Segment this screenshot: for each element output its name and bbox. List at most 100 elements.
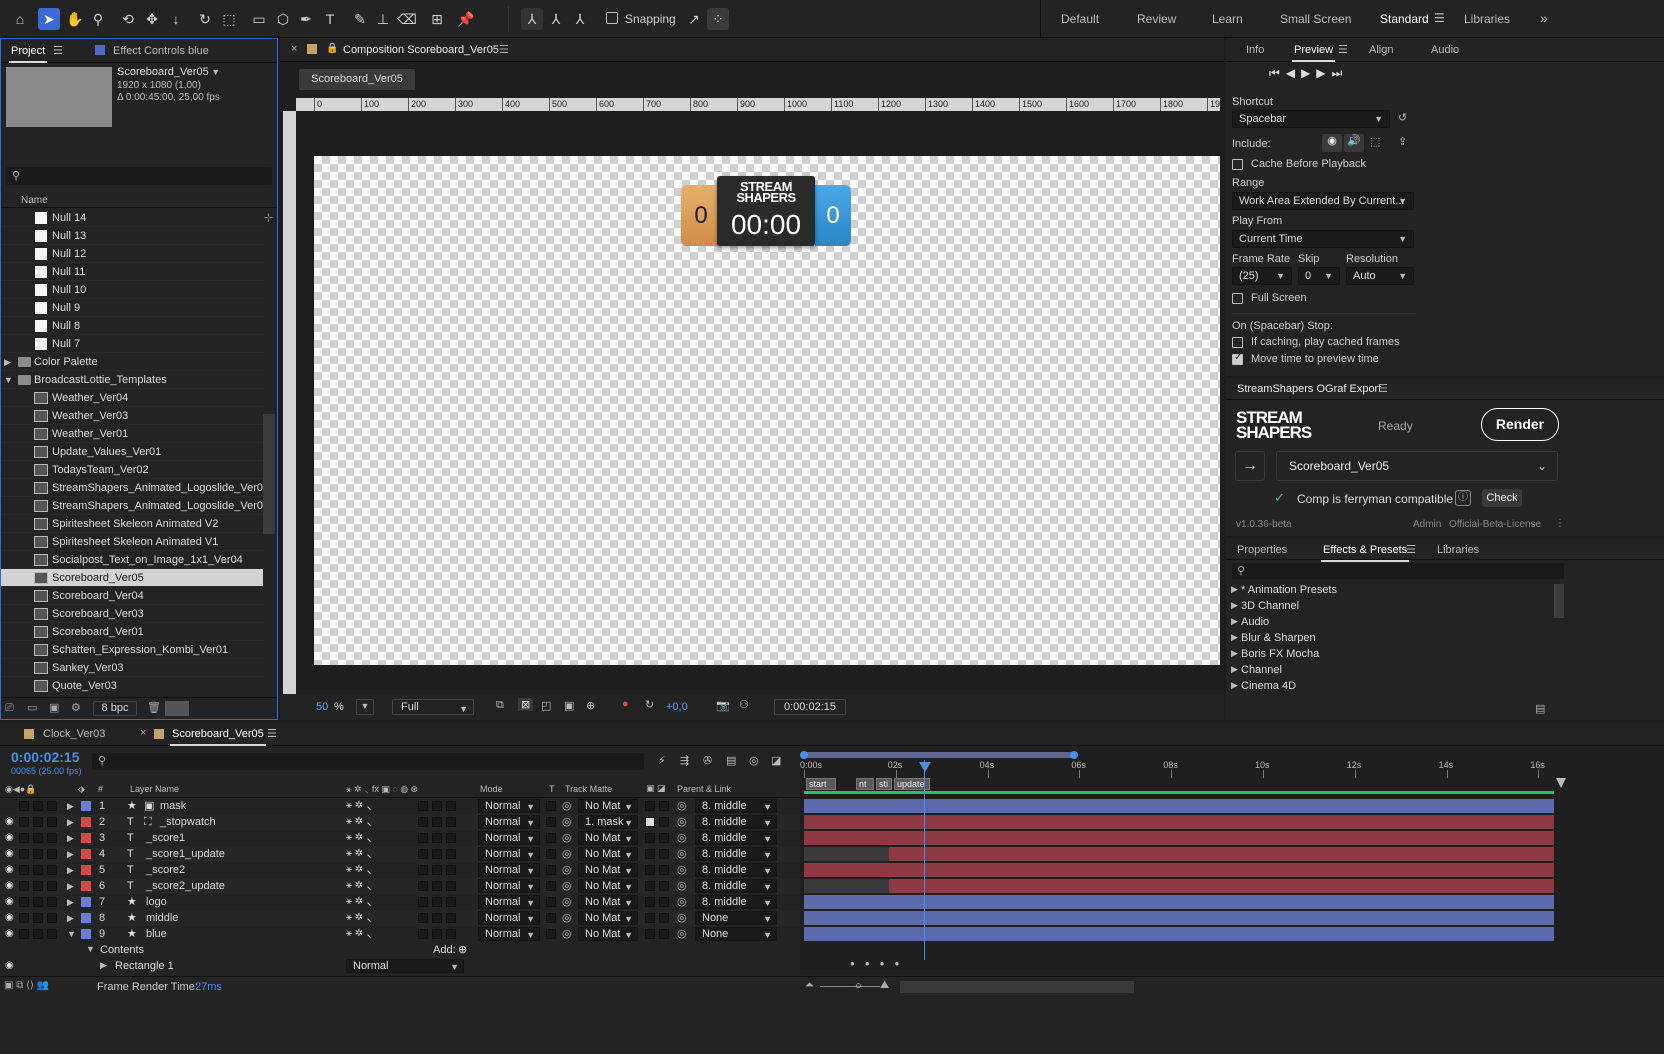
expand-icon[interactable]: ▶ — [67, 910, 74, 926]
tab-align[interactable]: Align — [1369, 44, 1393, 56]
track-matte-dropdown[interactable]: No Mat ▼ — [578, 847, 638, 861]
first-frame-icon[interactable]: ⏮ — [1269, 66, 1286, 80]
pen-tool-icon[interactable]: ✒ — [295, 8, 317, 30]
layer-switches-icon[interactable]: ⚹ ✲ ⸜ — [346, 878, 372, 894]
full-screen-checkbox[interactable] — [1232, 293, 1243, 304]
matte-invert-toggle[interactable] — [659, 817, 669, 827]
effects-scrollbar[interactable] — [1554, 584, 1564, 618]
layer-name[interactable]: _score2 — [146, 862, 185, 878]
lock-toggle[interactable] — [47, 849, 57, 859]
project-item[interactable]: Schatten_Expression_Kombi_Ver01 — [1, 641, 263, 659]
snapping-checkbox[interactable] — [606, 12, 618, 24]
project-item[interactable]: StreamShapers_Animated_Logoslide_Ver02 — [1, 479, 263, 497]
matte-alpha-toggle[interactable] — [645, 817, 655, 827]
comp-canvas[interactable]: 0 0 STREAM SHAPERS 00:00 — [314, 156, 1220, 665]
snap-points-icon[interactable]: ⁘ — [707, 8, 729, 30]
rectangle-mode-dropdown[interactable]: Normal ▼ — [346, 959, 464, 973]
home-icon[interactable]: ⌂ — [9, 8, 31, 30]
rectangle-expand-icon[interactable]: ▶ — [100, 960, 107, 971]
layer-bar[interactable] — [804, 927, 1554, 941]
flowchart-icon[interactable]: ⊹ — [264, 211, 273, 224]
parent-pickwhip-icon[interactable]: ◎ — [677, 926, 687, 942]
project-item[interactable]: Scoreboard_Ver01 — [1, 623, 263, 641]
layer-switches-icon[interactable]: ⚹ ✲ ⸜ — [346, 846, 372, 862]
time-ruler[interactable]: 0:00s 02s 04s 06s 08s 10s 12s 14s 16s — [800, 760, 1560, 778]
frame-blending-icon[interactable]: ▤ — [726, 754, 736, 767]
zoom-value[interactable]: 50 — [316, 701, 328, 713]
matte-invert-toggle[interactable] — [659, 865, 669, 875]
type-tool-icon[interactable]: T — [319, 8, 341, 30]
rectangle-tool-icon[interactable]: ▭ — [248, 8, 270, 30]
render-button[interactable]: Render — [1481, 408, 1559, 441]
matte-invert-toggle[interactable] — [659, 881, 669, 891]
layer-switches-icon[interactable]: ⚹ ✲ ⸜ — [346, 830, 372, 846]
fx-toggle[interactable] — [418, 817, 428, 827]
snapshot-icon[interactable]: 📷 — [716, 699, 730, 712]
exposure-value[interactable]: +0,0 — [666, 701, 688, 713]
expand-icon[interactable]: ▶ — [67, 798, 74, 814]
visibility-icon[interactable]: ◉ — [5, 926, 14, 942]
timeline-search-input[interactable]: ⚲ — [92, 753, 644, 770]
rectangle-visibility-icon[interactable]: ◉ — [5, 960, 14, 971]
label-swatch[interactable] — [81, 817, 91, 827]
project-item[interactable]: Spiritesheet Skeleon Animated V2 — [1, 515, 263, 533]
adjustment-toggle[interactable] — [432, 865, 442, 875]
orbit-camera-icon[interactable]: ⟲ — [117, 8, 139, 30]
timeline-timecode[interactable]: 0:00:02:15 — [11, 749, 80, 765]
layer-name[interactable]: blue — [146, 926, 167, 942]
matte-alpha-toggle[interactable] — [645, 833, 655, 843]
workspace-libraries[interactable]: Libraries — [1464, 12, 1510, 26]
layer-row[interactable]: ◉ ▶ 5 T _score2 ⚹ ✲ ⸜ Normal ▼ ◎ No Mat ▼ ◎ 8. middl… — [0, 862, 800, 878]
expand-icon[interactable]: ▼ — [67, 926, 76, 942]
parent-pickwhip-icon[interactable]: ◎ — [677, 798, 687, 814]
parent-dropdown[interactable]: 8. middle ▼ — [695, 879, 777, 893]
guides-icon[interactable]: ▣ — [564, 699, 574, 712]
layer-bar[interactable] — [804, 911, 1554, 925]
matte-alpha-toggle[interactable] — [645, 897, 655, 907]
project-item[interactable]: ▼ BroadcastLottie_Templates — [1, 371, 263, 389]
adjustment-toggle[interactable] — [432, 817, 442, 827]
adjustment-toggle[interactable] — [432, 849, 442, 859]
work-area-end-handle[interactable] — [1070, 751, 1078, 759]
matte-invert-toggle[interactable] — [659, 849, 669, 859]
track-matte-dropdown[interactable]: No Mat ▼ — [578, 799, 638, 813]
fx-toggle[interactable] — [418, 897, 428, 907]
dolly-camera-icon[interactable]: ↓ — [165, 8, 187, 30]
axis-world-icon[interactable]: ⅄ — [545, 8, 567, 30]
comp-sub-tab[interactable]: Scoreboard_Ver05 — [299, 69, 415, 90]
check-button[interactable]: Check — [1482, 489, 1522, 507]
parent-dropdown[interactable]: 8. middle ▼ — [695, 895, 777, 909]
audio-toggle[interactable] — [19, 849, 29, 859]
layer-switches-icon[interactable]: ⚹ ✲ ⸜ — [346, 862, 372, 878]
3d-toggle[interactable] — [446, 897, 456, 907]
timeline-tab[interactable]: Clock_Ver03 — [43, 728, 105, 740]
draft-3d-icon[interactable]: ⚡ — [658, 754, 666, 767]
adjustment-toggle[interactable] — [432, 929, 442, 939]
shy-layers-icon[interactable]: ✇ — [703, 754, 712, 767]
workspace-learn[interactable]: Learn — [1212, 12, 1243, 26]
hamburger-icon[interactable]: ☰ — [1378, 382, 1388, 395]
layer-mode-dropdown[interactable]: Normal ▼ — [478, 895, 540, 909]
label-swatch[interactable] — [81, 801, 91, 811]
col-track-matte[interactable]: Track Matte — [565, 784, 612, 794]
preserve-transparency-toggle[interactable] — [546, 801, 556, 811]
horizontal-ruler[interactable]: 0 100 200 300 400 500 600 700 800 900 1000 1100 1200… — [296, 98, 1220, 111]
preserve-transparency-toggle[interactable] — [546, 865, 556, 875]
3d-toggle[interactable] — [446, 865, 456, 875]
layer-switches-icon[interactable]: ⚹ ✲ ⸜ — [346, 910, 372, 926]
hamburger-icon[interactable]: ☰ — [267, 727, 277, 740]
footer-toggle-icons[interactable]: ▣ ⧉ ⟨⟩ 👥 — [4, 980, 49, 991]
contents-expand-icon[interactable]: ▼ — [86, 944, 95, 954]
preserve-transparency-toggle[interactable] — [546, 833, 556, 843]
brush-tool-icon[interactable]: ✎ — [349, 8, 371, 30]
pickwhip-icon[interactable]: ◎ — [562, 878, 572, 894]
include-overlays-icon[interactable]: ⬚ — [1370, 135, 1380, 148]
preserve-transparency-toggle[interactable] — [546, 897, 556, 907]
rotation-tool-icon[interactable]: ↻ — [194, 8, 216, 30]
layer-mode-dropdown[interactable]: Normal ▼ — [478, 911, 540, 925]
parent-dropdown[interactable]: 8. middle ▼ — [695, 831, 777, 845]
layer-name[interactable]: _score1 — [146, 830, 185, 846]
preserve-transparency-toggle[interactable] — [546, 929, 556, 939]
parent-dropdown[interactable]: 8. middle ▼ — [695, 799, 777, 813]
pickwhip-icon[interactable]: ◎ — [562, 926, 572, 942]
